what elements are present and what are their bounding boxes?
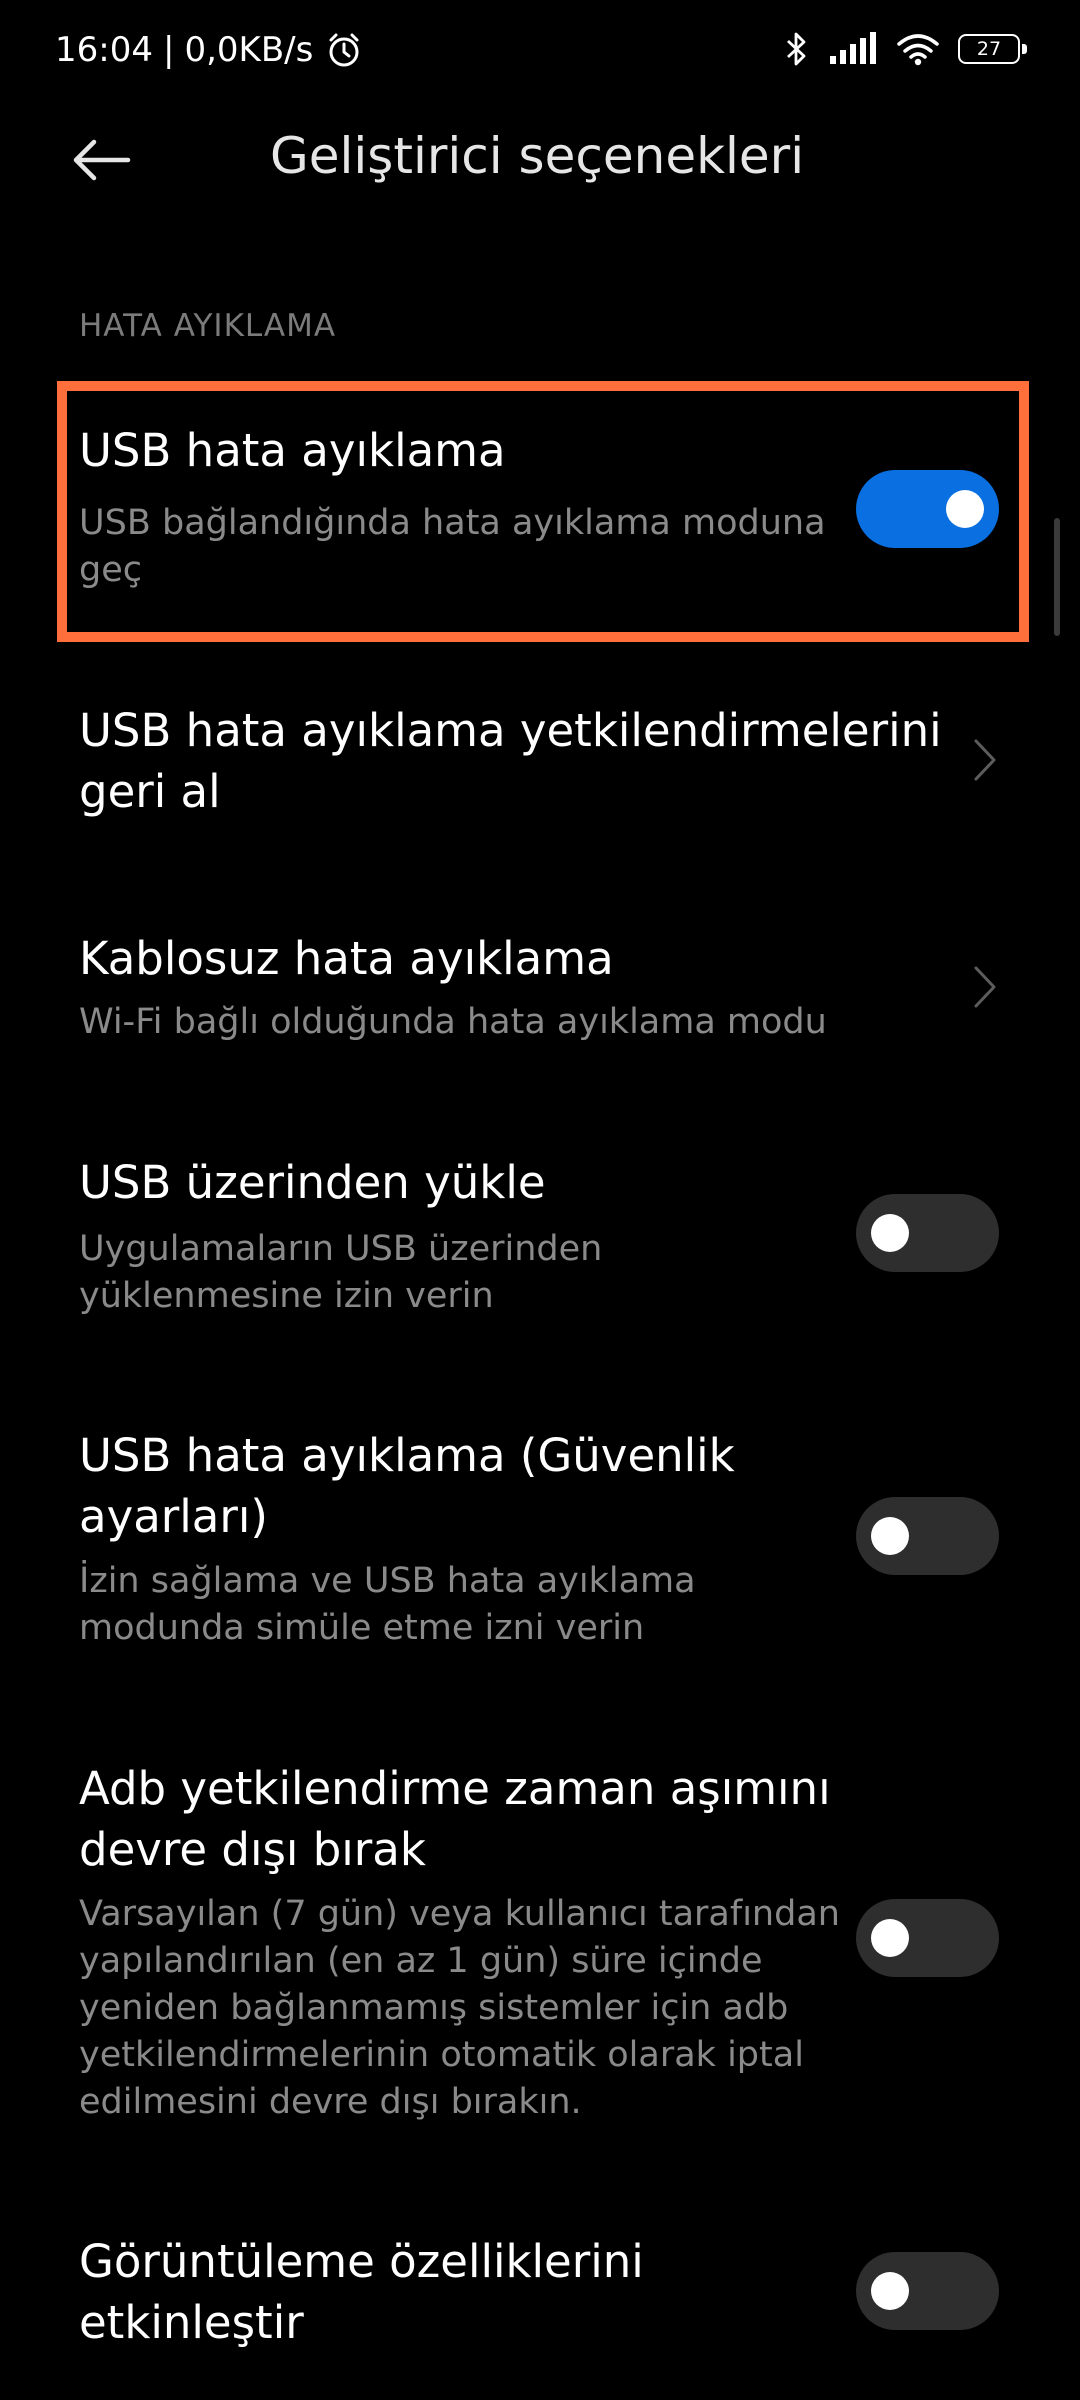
alarm-icon bbox=[325, 31, 363, 69]
chevron-right-icon bbox=[972, 964, 998, 1014]
setting-wireless-debugging[interactable]: Kablosuz hata ayıklama Wi-Fi bağlı olduğ… bbox=[0, 928, 1080, 1058]
toggle-knob bbox=[871, 2272, 909, 2310]
setting-revoke-usb-authorizations[interactable]: USB hata ayıklama yetkilendirmelerini ge… bbox=[0, 700, 1080, 830]
status-time: 16:04 bbox=[55, 30, 153, 70]
setting-enable-view-attributes[interactable]: Görüntüleme özelliklerini etkinleştir bbox=[0, 2231, 1080, 2371]
setting-title-line: USB hata ayıklama (Güvenlik bbox=[79, 1429, 735, 1482]
setting-description: yetkilendirmelerinin otomatik olarak ipt… bbox=[79, 2035, 804, 2075]
setting-description: Varsayılan (7 gün) veya kullanıcı tarafı… bbox=[79, 1894, 840, 1934]
status-left: 16:04 | 0,0KB/s bbox=[55, 30, 363, 70]
setting-title-line: USB hata ayıklama yetkilendirmelerini bbox=[79, 704, 942, 757]
setting-description: Wi-Fi bağlı olduğunda hata ayıklama modu bbox=[79, 1002, 827, 1042]
battery-level: 27 bbox=[976, 38, 1002, 60]
status-net-speed: 0,0KB/s bbox=[184, 30, 314, 70]
setting-description: edilmesini devre dışı bırakın. bbox=[79, 2082, 582, 2122]
bluetooth-icon bbox=[784, 30, 810, 68]
app-header: Geliştirici seçenekleri bbox=[0, 105, 1080, 215]
setting-description: Uygulamaların USB üzerinden bbox=[79, 1229, 603, 1269]
setting-title: USB üzerinden yükle bbox=[79, 1156, 546, 1209]
disable-adb-auth-timeout-toggle[interactable] bbox=[856, 1899, 999, 1977]
scrollbar[interactable] bbox=[1054, 518, 1060, 636]
setting-description: yeniden bağlanmamış sistemler için adb bbox=[79, 1988, 789, 2028]
setting-description: yüklenmesine izin verin bbox=[79, 1276, 494, 1316]
wifi-icon bbox=[896, 32, 940, 66]
battery-icon: 27 bbox=[958, 34, 1027, 64]
setting-title-line: Adb yetkilendirme zaman aşımını bbox=[79, 1762, 831, 1815]
setting-description: modunda simüle etme izni verin bbox=[79, 1608, 645, 1648]
usb-debugging-security-toggle[interactable] bbox=[856, 1497, 999, 1575]
enable-view-attributes-toggle[interactable] bbox=[856, 2252, 999, 2330]
toggle-knob bbox=[871, 1919, 909, 1957]
setting-usb-debugging[interactable]: USB hata ayıklama USB bağlandığında hata… bbox=[0, 420, 1080, 610]
section-header: HATA AYIKLAMA bbox=[79, 308, 337, 344]
setting-disable-adb-auth-timeout[interactable]: Adb yetkilendirme zaman aşımını devre dı… bbox=[0, 1758, 1080, 2138]
status-right: 27 bbox=[784, 30, 1027, 68]
setting-title-line: etkinleştir bbox=[79, 2296, 304, 2349]
setting-title-line: ayarları) bbox=[79, 1490, 268, 1543]
setting-install-via-usb[interactable]: USB üzerinden yükle Uygulamaların USB üz… bbox=[0, 1152, 1080, 1332]
page-title: Geliştirici seçenekleri bbox=[270, 127, 805, 185]
status-bar: 16:04 | 0,0KB/s 27 bbox=[0, 0, 1080, 105]
toggle-knob bbox=[871, 1517, 909, 1555]
setting-title-line: Görüntüleme özelliklerini bbox=[79, 2235, 644, 2288]
usb-debugging-toggle[interactable] bbox=[856, 470, 999, 548]
chevron-right-icon bbox=[972, 737, 998, 787]
setting-description: yapılandırılan (en az 1 gün) süre içinde bbox=[79, 1941, 763, 1981]
setting-description: geç bbox=[79, 550, 142, 590]
setting-description: USB bağlandığında hata ayıklama moduna bbox=[79, 503, 826, 543]
signal-icon bbox=[828, 32, 878, 66]
toggle-knob bbox=[871, 1214, 909, 1252]
status-separator: | bbox=[162, 30, 175, 70]
toggle-knob bbox=[946, 490, 984, 528]
setting-title-line: geri al bbox=[79, 765, 221, 818]
install-via-usb-toggle[interactable] bbox=[856, 1194, 999, 1272]
arrow-left-icon bbox=[70, 138, 132, 182]
setting-usb-debugging-security[interactable]: USB hata ayıklama (Güvenlik ayarları) İz… bbox=[0, 1425, 1080, 1665]
setting-title: Kablosuz hata ayıklama bbox=[79, 932, 614, 985]
setting-title-line: devre dışı bırak bbox=[79, 1823, 426, 1876]
setting-description: İzin sağlama ve USB hata ayıklama bbox=[79, 1561, 696, 1601]
setting-title: USB hata ayıklama bbox=[79, 424, 506, 477]
back-button[interactable] bbox=[70, 125, 160, 195]
